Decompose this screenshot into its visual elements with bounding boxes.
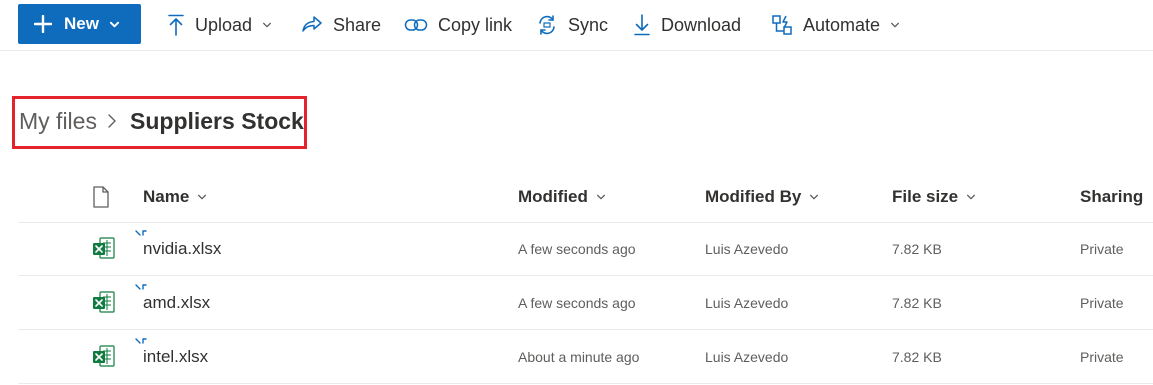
share-button[interactable]: Share (301, 0, 381, 50)
copy-link-button[interactable]: Copy link (404, 0, 512, 50)
chevron-right-icon (108, 114, 116, 128)
modified-by-cell: Luis Azevedo (705, 240, 789, 257)
upload-button[interactable]: Upload (167, 0, 272, 50)
modified-cell: A few seconds ago (518, 294, 636, 311)
table-row[interactable]: intel.xlsx About a minute ago Luis Azeve… (18, 330, 1153, 384)
modified-header-label: Modified (518, 187, 588, 206)
name-header-label: Name (143, 187, 190, 206)
download-icon (634, 14, 650, 36)
chevron-down-icon (810, 194, 819, 200)
new-button-label: New (64, 14, 99, 33)
file-size-cell: 7.82 KB (892, 294, 942, 311)
chevron-down-icon (263, 22, 272, 28)
sharing-cell[interactable]: Private (1080, 330, 1124, 383)
file-size-cell: 7.82 KB (892, 240, 942, 257)
sync-icon (539, 15, 555, 35)
sharing-header-label: Sharing (1080, 187, 1144, 206)
sharing-column-header[interactable]: Sharing (1080, 172, 1143, 222)
copy-link-label: Copy link (438, 14, 513, 35)
upload-label: Upload (195, 14, 253, 35)
chevron-down-icon (198, 194, 207, 200)
upload-icon (168, 14, 184, 36)
breadcrumb-my-files[interactable]: My files (19, 108, 97, 135)
automate-button[interactable]: Automate (771, 0, 900, 50)
chevron-down-icon (596, 194, 605, 200)
file-size-cell: 7.82 KB (892, 348, 942, 365)
modified-cell: A few seconds ago (518, 240, 636, 257)
file-list-header: Name Modified Modified By File size Shar… (18, 172, 1153, 223)
sync-button[interactable]: Sync (536, 0, 608, 50)
document-icon (93, 186, 109, 208)
plus-icon (34, 15, 52, 33)
modified-by-column-header[interactable]: Modified By (705, 172, 819, 222)
file-type-header[interactable] (92, 172, 110, 222)
excel-file-icon (93, 291, 115, 313)
automate-label: Automate (803, 14, 881, 35)
name-column-header[interactable]: Name (143, 172, 207, 222)
sync-label: Sync (568, 14, 609, 35)
file-name[interactable]: intel.xlsx (143, 330, 208, 383)
chevron-down-icon (967, 194, 976, 200)
new-button[interactable]: New (18, 4, 141, 44)
share-icon (302, 16, 322, 32)
download-label: Download (661, 14, 742, 35)
chevron-down-icon (109, 21, 120, 27)
excel-file-icon (93, 237, 115, 259)
sharing-cell[interactable]: Private (1080, 276, 1124, 329)
file-name[interactable]: nvidia.xlsx (143, 222, 221, 275)
modified-column-header[interactable]: Modified (518, 172, 606, 222)
automate-icon (772, 15, 792, 35)
link-icon (404, 19, 428, 31)
share-label: Share (333, 14, 382, 35)
chevron-down-icon (891, 22, 900, 28)
download-button[interactable]: Download (633, 0, 741, 50)
modified-by-cell: Luis Azevedo (705, 348, 789, 365)
table-row[interactable]: amd.xlsx A few seconds ago Luis Azevedo … (18, 276, 1153, 330)
command-bar: New Upload Share Copy link Sync Download… (0, 0, 1153, 51)
modified-by-cell: Luis Azevedo (705, 294, 789, 311)
modified-by-header-label: Modified By (705, 187, 802, 206)
modified-cell: About a minute ago (518, 348, 640, 365)
file-name[interactable]: amd.xlsx (143, 276, 210, 329)
table-row[interactable]: nvidia.xlsx A few seconds ago Luis Azeve… (18, 222, 1153, 276)
file-size-header-label: File size (892, 187, 959, 206)
file-size-column-header[interactable]: File size (892, 172, 976, 222)
sharing-cell[interactable]: Private (1080, 222, 1124, 275)
excel-file-icon (93, 345, 115, 367)
breadcrumb-current-folder: Suppliers Stock (130, 108, 304, 134)
